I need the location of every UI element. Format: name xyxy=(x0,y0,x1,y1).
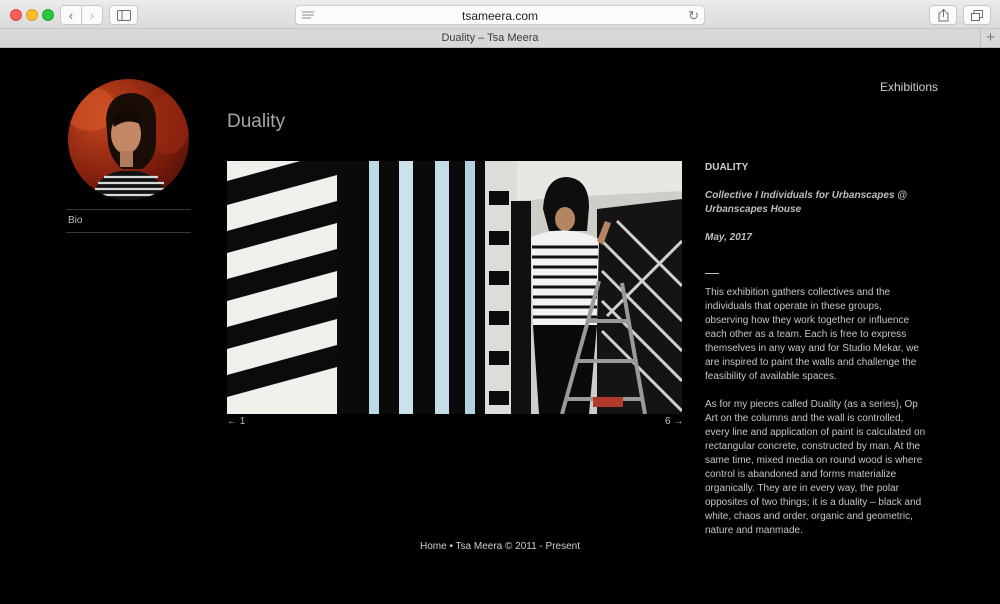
page-title: Duality xyxy=(227,111,286,132)
url-text: tsameera.com xyxy=(461,9,539,23)
window-close-button[interactable] xyxy=(10,9,22,21)
browser-toolbar: ‹ › tsameera.com ↻ xyxy=(0,0,1000,29)
bio-link[interactable]: Bio xyxy=(68,215,82,226)
info-heading: DUALITY xyxy=(705,162,749,173)
show-tabs-button[interactable] xyxy=(963,5,991,25)
info-subtitle: Collective I Individuals for Urbanscapes… xyxy=(705,190,908,215)
gallery-image[interactable] xyxy=(227,161,682,414)
footer-text: Home • Tsa Meera © 2011 - Present xyxy=(419,541,580,552)
page-content: Bio Exhibitions Duality ← 1 6 → DUALITY … xyxy=(0,48,1000,604)
info-paragraph-2: As for my pieces called Duality (as a se… xyxy=(705,399,926,536)
nav-exhibitions-link[interactable]: Exhibitions xyxy=(880,80,938,94)
exhibition-info: DUALITY Collective I Individuals for Urb… xyxy=(705,161,927,538)
reload-icon[interactable]: ↻ xyxy=(688,8,699,24)
sidebar-toggle-button[interactable] xyxy=(109,5,138,25)
tab-bar: Duality – Tsa Meera + xyxy=(0,29,1000,48)
window-minimize-button[interactable] xyxy=(26,9,38,21)
tab-title[interactable]: Duality – Tsa Meera xyxy=(0,32,980,44)
back-button[interactable]: ‹ xyxy=(60,5,82,25)
window-maximize-button[interactable] xyxy=(42,9,54,21)
avatar[interactable] xyxy=(68,79,189,200)
address-bar[interactable]: tsameera.com ↻ xyxy=(295,5,705,25)
divider xyxy=(66,232,191,233)
share-icon xyxy=(938,8,948,21)
info-date: May, 2017 xyxy=(705,232,752,243)
sidebar-icon xyxy=(116,9,131,21)
info-paragraph-1: This exhibition gathers collectives and … xyxy=(705,287,919,382)
exhibition-photo xyxy=(227,161,682,414)
forward-button[interactable]: › xyxy=(81,5,103,25)
next-image-link[interactable]: 6 → xyxy=(665,416,683,427)
previous-image-link[interactable]: ← 1 xyxy=(227,416,245,427)
tabs-icon xyxy=(971,9,983,21)
avatar-portrait-image xyxy=(68,87,189,200)
chevron-right-icon: › xyxy=(89,7,95,23)
share-button[interactable] xyxy=(929,5,957,25)
browser-chrome: ‹ › tsameera.com ↻ Duality – Tsa Meera + xyxy=(0,0,1000,48)
chevron-left-icon: ‹ xyxy=(68,7,74,23)
new-tab-button[interactable]: + xyxy=(980,29,1000,47)
divider xyxy=(66,209,191,210)
